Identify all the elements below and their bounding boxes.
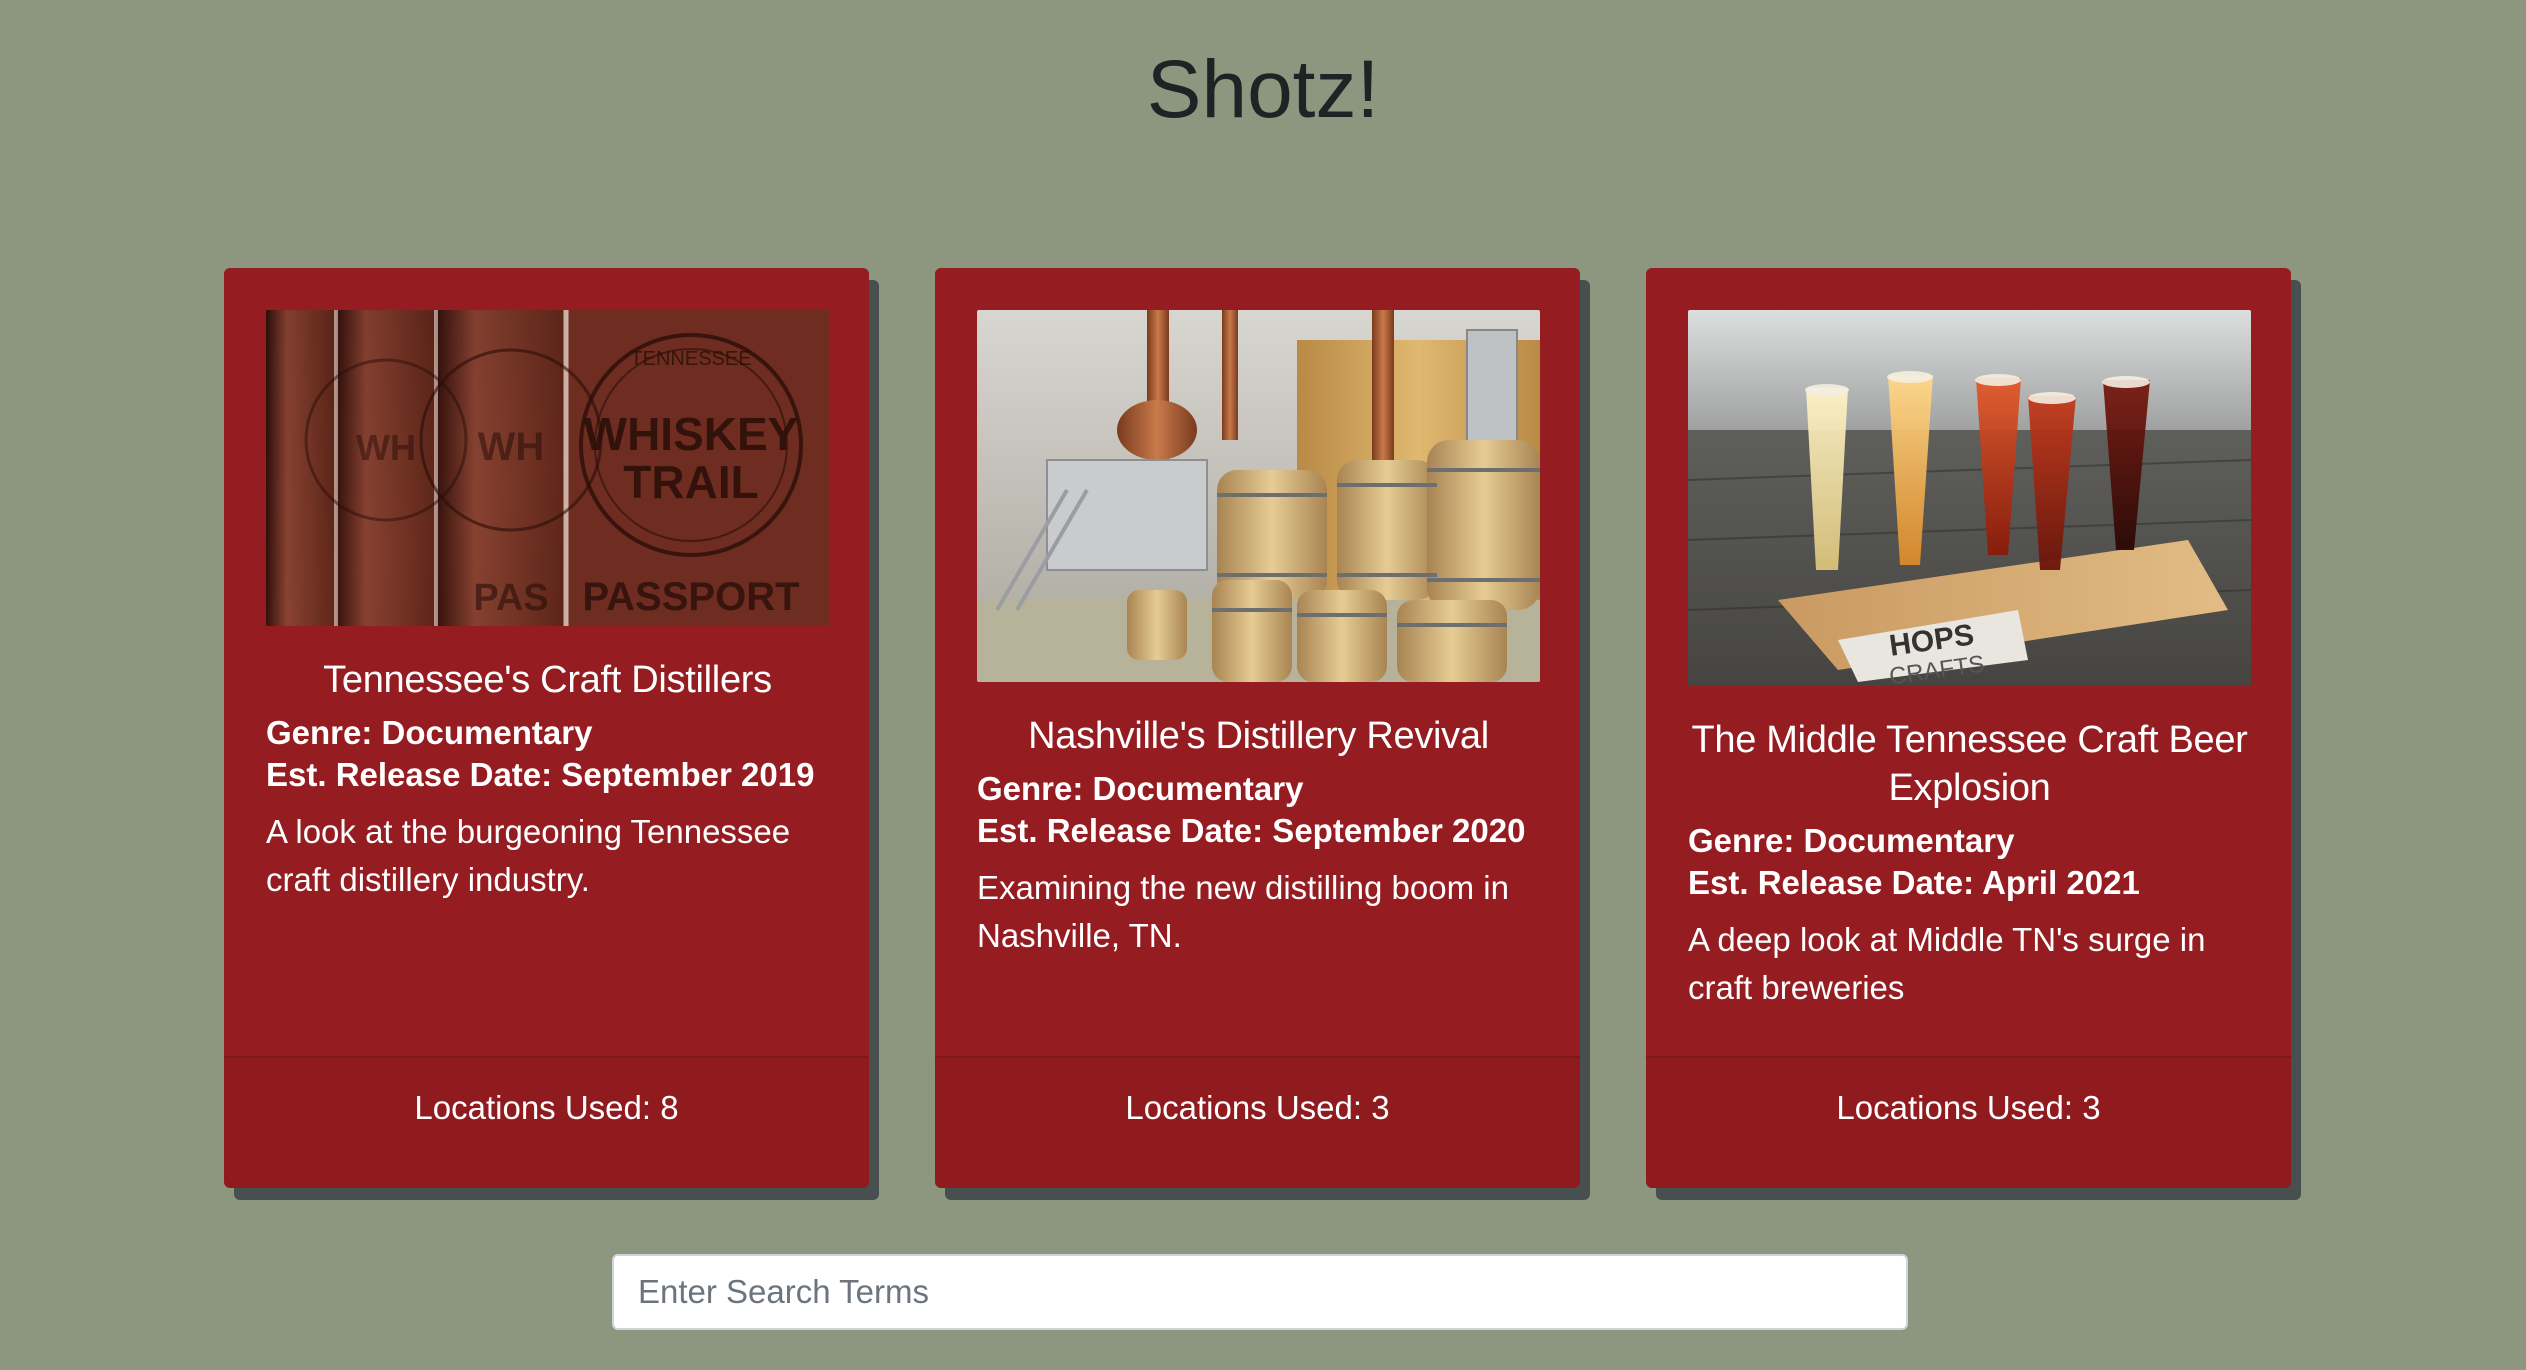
movie-card: Nashville's Distillery Revival Genre: Do… [935, 268, 1580, 1188]
svg-text:TENNESSEE: TENNESSEE [630, 348, 751, 370]
svg-text:PASSPORT: PASSPORT [582, 575, 799, 619]
card-footer-locations: Locations Used: 3 [935, 1056, 1580, 1188]
beer-flight-image: HOPS CRAFTS [1688, 310, 2251, 686]
svg-text:WHISKEY: WHISKEY [584, 408, 799, 460]
card-title: Tennessee's Craft Distillers [323, 659, 772, 701]
svg-text:WH: WH [478, 425, 545, 469]
card-description: A deep look at Middle TN's surge in craf… [1688, 921, 2206, 1006]
card-genre: Genre: Documentary [977, 770, 1304, 807]
card-footer-locations: Locations Used: 8 [224, 1056, 869, 1188]
card-description: A look at the burgeoning Tennessee craft… [266, 813, 791, 898]
whiskey-trail-passport-image: TENNESSEE WHISKEY TRAIL PASSPORT PAS WH … [266, 310, 829, 626]
svg-text:TRAIL: TRAIL [623, 456, 758, 508]
card-genre: Genre: Documentary [1688, 822, 2015, 859]
movie-card: TENNESSEE WHISKEY TRAIL PASSPORT PAS WH … [224, 268, 869, 1188]
card-footer-locations: Locations Used: 3 [1646, 1056, 2291, 1188]
svg-text:PAS: PAS [473, 577, 548, 619]
search-bar [612, 1254, 1908, 1330]
card-release-date: Est. Release Date: April 2021 [1688, 864, 2140, 901]
card-release-date: Est. Release Date: September 2020 [977, 812, 1526, 849]
card-title: The Middle Tennessee Craft Beer Explosio… [1691, 719, 2248, 809]
card-title: Nashville's Distillery Revival [1028, 715, 1489, 757]
card-description: Examining the new distilling boom in Nas… [977, 869, 1509, 954]
card-release-date: Est. Release Date: September 2019 [266, 756, 815, 793]
distillery-barrels-image [977, 310, 1540, 682]
card-body: TENNESSEE WHISKEY TRAIL PASSPORT PAS WH … [266, 310, 829, 904]
card-body: HOPS CRAFTS The Middle Tennessee Craft B… [1688, 310, 2251, 1012]
card-genre: Genre: Documentary [266, 714, 593, 751]
search-input[interactable] [612, 1254, 1908, 1330]
svg-text:WH: WH [356, 427, 416, 468]
card-body: Nashville's Distillery Revival Genre: Do… [977, 310, 1540, 960]
page-title: Shotz! [1146, 44, 1380, 135]
movie-card: HOPS CRAFTS The Middle Tennessee Craft B… [1646, 268, 2291, 1188]
